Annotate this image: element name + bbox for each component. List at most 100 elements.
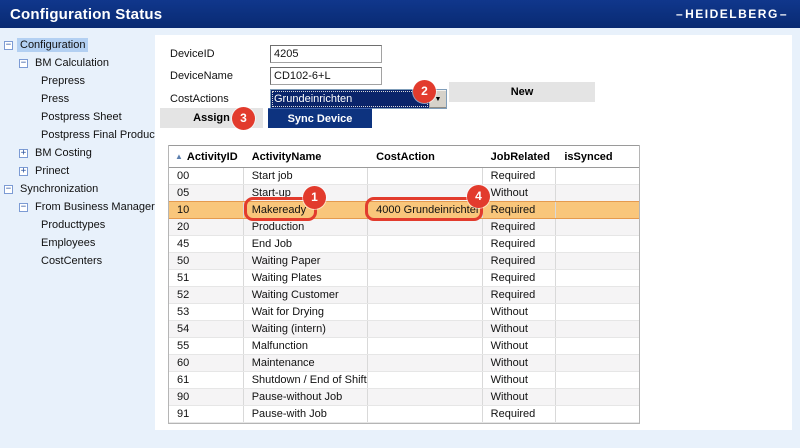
- cell-activity-id: 20: [169, 219, 244, 235]
- sidebar-item-prepress[interactable]: Prepress: [0, 72, 155, 90]
- callout-1-badge: 1: [303, 186, 326, 209]
- cell-activity-name: Start job: [244, 168, 368, 184]
- sidebar-item-configuration[interactable]: −Configuration: [0, 36, 155, 54]
- cell-job-related: Required: [483, 168, 557, 184]
- cell-job-related: Required: [483, 253, 557, 269]
- cell-is-synced: [556, 287, 639, 303]
- sidebar-item-prinect[interactable]: + Prinect: [0, 162, 155, 180]
- sidebar-item-label: Prepress: [38, 74, 88, 88]
- collapse-icon[interactable]: −: [4, 185, 13, 194]
- cell-cost-action: [368, 236, 483, 252]
- expand-icon[interactable]: +: [19, 167, 28, 176]
- table-row[interactable]: 52Waiting CustomerRequired: [169, 287, 639, 304]
- cell-is-synced: [556, 406, 639, 422]
- cell-activity-id: 52: [169, 287, 244, 303]
- sidebar-item-label: Synchronization: [17, 182, 101, 196]
- table-row[interactable]: 54Waiting (intern)Without: [169, 321, 639, 338]
- column-header-activity-name[interactable]: ActivityName: [244, 151, 368, 163]
- cell-is-synced: [556, 202, 639, 218]
- cell-job-related: Required: [483, 236, 557, 252]
- cell-cost-action: [368, 270, 483, 286]
- table-row[interactable]: 60MaintenanceWithout: [169, 355, 639, 372]
- sidebar-item-employees[interactable]: Employees: [0, 234, 155, 252]
- table-row[interactable]: 45End Job Required: [169, 236, 639, 253]
- table-row[interactable]: 91Pause-with JobRequired: [169, 406, 639, 423]
- cell-job-related: Without: [483, 372, 557, 388]
- cell-activity-name: Waiting Paper: [244, 253, 368, 269]
- column-header-activity-id[interactable]: ▲ ActivityID: [169, 151, 244, 163]
- table-row[interactable]: 50Waiting PaperRequired: [169, 253, 639, 270]
- cell-activity-name: Waiting Customer: [244, 287, 368, 303]
- cell-job-related: Without: [483, 389, 557, 405]
- column-header-job-related[interactable]: JobRelated: [483, 151, 557, 163]
- cell-cost-action: [368, 406, 483, 422]
- sidebar-item-label: From Business Manager: [32, 200, 158, 214]
- cell-activity-id: 45: [169, 236, 244, 252]
- sidebar-item-postpress-sheet[interactable]: Postpress Sheet: [0, 108, 155, 126]
- cell-is-synced: [556, 185, 639, 201]
- cell-cost-action: [368, 372, 483, 388]
- sidebar-item-label: Postpress Sheet: [38, 110, 125, 124]
- device-name-field[interactable]: [270, 67, 382, 85]
- app-header: Configuration Status HEIDELBERG: [0, 0, 800, 28]
- table-row[interactable]: 20ProductionRequired: [169, 219, 639, 236]
- cell-activity-name: Malfunction: [244, 338, 368, 354]
- cost-actions-selected-value: Grundeinrichten: [271, 90, 429, 108]
- sidebar-item-costcenters[interactable]: CostCenters: [0, 252, 155, 270]
- annotation-box-cost-action: [365, 197, 483, 221]
- cell-is-synced: [556, 236, 639, 252]
- sidebar-item-label: Prinect: [32, 164, 72, 178]
- sidebar-item-label: Press: [38, 92, 72, 106]
- cell-is-synced: [556, 355, 639, 371]
- sort-ascending-icon: ▲: [175, 152, 183, 161]
- sidebar-item-label: BM Costing: [32, 146, 95, 160]
- table-row[interactable]: 00Start jobRequired: [169, 168, 639, 185]
- column-header-cost-action[interactable]: CostAction: [368, 151, 483, 163]
- cell-is-synced: [556, 338, 639, 354]
- sync-device-button[interactable]: Sync Device: [268, 108, 372, 128]
- sidebar-item-bm-calculation[interactable]: −BM Calculation: [0, 54, 155, 72]
- cell-cost-action: [368, 168, 483, 184]
- new-button[interactable]: New: [449, 82, 595, 102]
- activities-table: ▲ ActivityID ActivityName CostAction Job…: [168, 145, 640, 424]
- sidebar-item-bm-costing[interactable]: + BM Costing: [0, 144, 155, 162]
- sidebar-item-producttypes[interactable]: Producttypes: [0, 216, 155, 234]
- heidelberg-logo: HEIDELBERG: [676, 7, 788, 21]
- device-id-label: DeviceID: [170, 48, 215, 60]
- sidebar-item-synchronization[interactable]: −Synchronization: [0, 180, 155, 198]
- cell-cost-action: [368, 355, 483, 371]
- cell-is-synced: [556, 253, 639, 269]
- cell-cost-action: [368, 304, 483, 320]
- collapse-icon[interactable]: −: [4, 41, 13, 50]
- table-row[interactable]: 53Wait for DryingWithout: [169, 304, 639, 321]
- table-row[interactable]: 61Shutdown / End of Shift Without: [169, 372, 639, 389]
- cell-is-synced: [556, 168, 639, 184]
- cell-is-synced: [556, 321, 639, 337]
- collapse-icon[interactable]: −: [19, 59, 28, 68]
- cell-job-related: Required: [483, 219, 557, 235]
- page-title: Configuration Status: [0, 6, 162, 23]
- cell-activity-id: 53: [169, 304, 244, 320]
- sidebar-item-label: Postpress Final Product: [38, 128, 161, 142]
- table-row[interactable]: 90Pause-without JobWithout: [169, 389, 639, 406]
- column-header-is-synced[interactable]: isSynced: [556, 151, 639, 163]
- cell-activity-name: End Job: [244, 236, 368, 252]
- table-row[interactable]: 55Malfunction Without: [169, 338, 639, 355]
- sidebar-item-postpress-final-product[interactable]: Postpress Final Product: [0, 126, 155, 144]
- cell-job-related: Without: [483, 185, 557, 201]
- sidebar-item-from-business-manager[interactable]: −From Business Manager: [0, 198, 155, 216]
- cell-activity-name: Shutdown / End of Shift: [244, 372, 368, 388]
- cell-job-related: Required: [483, 270, 557, 286]
- cell-job-related: Without: [483, 338, 557, 354]
- expand-icon[interactable]: +: [19, 149, 28, 158]
- cell-activity-id: 55: [169, 338, 244, 354]
- cell-activity-name: Waiting Plates: [244, 270, 368, 286]
- collapse-icon[interactable]: −: [19, 203, 28, 212]
- cell-cost-action: [368, 287, 483, 303]
- cell-activity-id: 61: [169, 372, 244, 388]
- main-panel: DeviceID DeviceName CostActions Grundein…: [155, 35, 792, 430]
- table-row[interactable]: 51Waiting PlatesRequired: [169, 270, 639, 287]
- sidebar-item-press[interactable]: Press: [0, 90, 155, 108]
- cell-job-related: Required: [483, 202, 557, 218]
- device-id-field[interactable]: [270, 45, 382, 63]
